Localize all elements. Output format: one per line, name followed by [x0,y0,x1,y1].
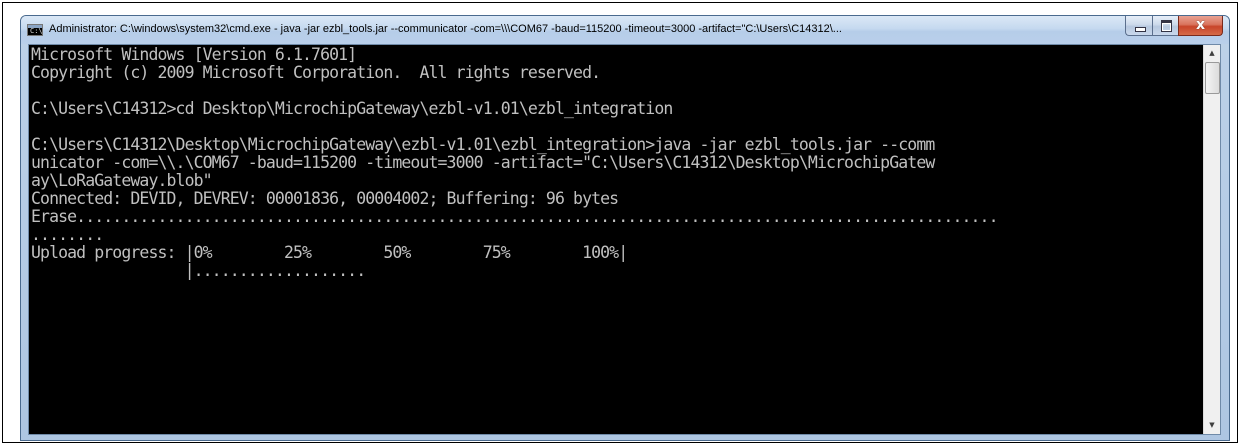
screenshot-frame: C:\ Administrator: C:\windows\system32\c… [2,2,1238,443]
close-icon: x [1195,17,1206,33]
scroll-up-icon[interactable]: ▲ [1204,45,1220,62]
window-controls: x [1125,16,1223,36]
scrollbar-thumb[interactable] [1205,62,1220,94]
scroll-down-icon[interactable]: ▼ [1204,417,1220,434]
console-line: Erase...................................… [31,207,999,226]
cmd-window: C:\ Administrator: C:\windows\system32\c… [20,15,1230,441]
vertical-scrollbar[interactable]: ▲ ▼ [1203,45,1220,434]
console-line: C:\Users\C14312>cd Desktop\MicrochipGate… [31,99,673,118]
console-line: C:\Users\C14312\Desktop\MicrochipGateway… [31,135,935,154]
maximize-button[interactable] [1152,16,1178,36]
console-area[interactable]: Microsoft Windows [Version 6.1.7601] Copy… [28,44,1221,435]
console-line: ........ [31,225,104,244]
console-line: unicator -com=\\.\COM67 -baud=115200 -ti… [31,153,935,172]
console-line: |................... [31,261,367,280]
minimize-button[interactable] [1125,16,1152,36]
close-button[interactable]: x [1178,16,1223,36]
console-line: Connected: DEVID, DEVREV: 00001836, 0000… [31,189,619,208]
console-line: ay\LoRaGateway.blob" [31,171,213,190]
minimize-icon [1135,27,1146,32]
cmd-icon[interactable]: C:\ [27,24,43,36]
title-bar[interactable]: C:\ Administrator: C:\windows\system32\c… [21,16,1229,44]
console-line: Microsoft Windows [Version 6.1.7601] [31,46,357,64]
maximize-icon [1161,20,1172,32]
console-output[interactable]: Microsoft Windows [Version 6.1.7601] Copy… [31,46,1203,434]
console-line: Copyright (c) 2009 Microsoft Corporation… [31,63,601,82]
window-title: Administrator: C:\windows\system32\cmd.e… [49,23,842,35]
console-line: Upload progress: |0% 25% 50% 75% 100%| [31,243,628,262]
